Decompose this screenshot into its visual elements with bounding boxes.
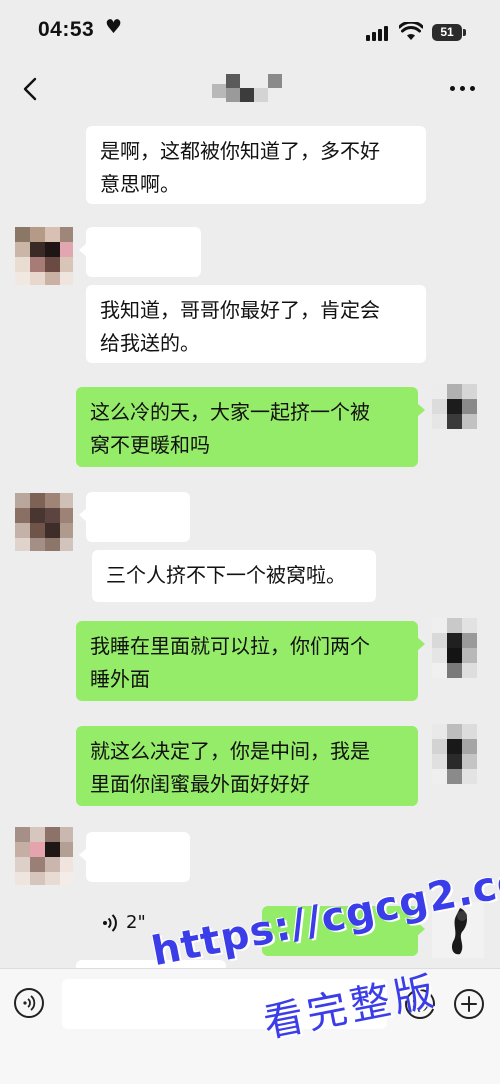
voice-wave-icon <box>103 914 117 932</box>
message-bubble-outgoing[interactable]: 就这么决定了，你是中间，我是 里面你闺蜜最外面好好好 <box>76 726 418 806</box>
heart-icon: ♥ <box>105 16 123 38</box>
message-bubble-incoming[interactable]: 是啊，这都被你知道了，多不好 意思啊。 <box>86 126 426 204</box>
message-bubble-outgoing[interactable]: 这么冷的天，大家一起挤一个被 窝不更暖和吗 <box>76 387 425 467</box>
voice-message-incoming[interactable]: 2" <box>79 832 190 933</box>
cellular-signal-icon <box>366 25 388 41</box>
contact-avatar[interactable] <box>15 827 73 885</box>
voice-message-incoming[interactable]: 3" <box>79 227 201 328</box>
status-time: 04:53 <box>38 18 95 41</box>
self-avatar[interactable] <box>432 384 484 436</box>
voice-message-incoming[interactable]: 2" <box>79 492 190 593</box>
battery-level: 51 <box>440 25 454 39</box>
voice-duration: 2" <box>126 912 146 933</box>
contact-avatar[interactable] <box>15 493 73 551</box>
battery-icon: 51 <box>432 24 462 41</box>
wifi-icon <box>399 22 423 40</box>
voice-mode-icon[interactable] <box>14 988 44 1018</box>
message-bubble-incoming[interactable]: 我知道，哥哥你最好了，肯定会 给我送的。 <box>86 285 426 363</box>
self-avatar[interactable] <box>432 618 484 678</box>
plus-circle-icon[interactable] <box>453 988 485 1020</box>
chevron-left-icon[interactable] <box>18 76 44 102</box>
chat-header <box>0 64 500 116</box>
self-avatar[interactable] <box>432 724 484 784</box>
status-bar: 04:53 ♥ 51 <box>0 0 500 64</box>
contact-name-pixelated <box>212 74 288 110</box>
battery-tip <box>463 29 466 36</box>
contact-avatar[interactable] <box>15 227 73 285</box>
message-list[interactable]: 是啊，这都被你知道了，多不好 意思啊。 3" 我知道，哥哥你最好了，肯定会 给我… <box>0 116 500 968</box>
message-bubble-outgoing[interactable]: 我睡在里面就可以拉，你们两个 睡外面 <box>76 621 425 701</box>
more-options-icon[interactable] <box>448 82 478 94</box>
message-bubble-incoming[interactable]: 三个人挤不下一个被窝啦。 <box>92 550 376 602</box>
